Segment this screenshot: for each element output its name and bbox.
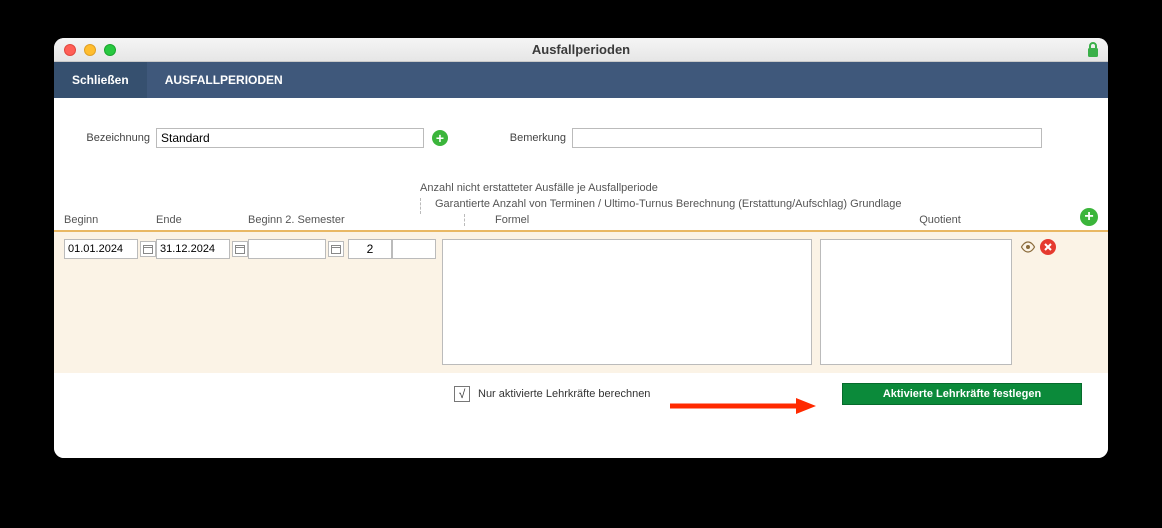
bemerkung-label: Bemerkung (498, 132, 566, 144)
header-group-2: Garantierte Anzahl von Terminen / Ultimo… (420, 198, 1108, 214)
header-group-1: Anzahl nicht erstatteter Ausfälle je Aus… (420, 182, 1108, 198)
periods-table: Anzahl nicht erstatteter Ausfälle je Aus… (54, 182, 1108, 419)
set-active-teachers-button[interactable]: Aktivierte Lehrkräfte festlegen (842, 383, 1082, 405)
bezeichnung-input[interactable] (156, 128, 424, 148)
col-ende: Ende (156, 214, 248, 226)
table-header: Anzahl nicht erstatteter Ausfälle je Aus… (54, 182, 1108, 232)
toolbar: Schließen AUSFALLPERIODEN (54, 62, 1108, 98)
add-bezeichnung-button[interactable]: + (432, 130, 448, 146)
section-tab-ausfallperioden[interactable]: AUSFALLPERIODEN (147, 62, 301, 98)
titlebar: Ausfallperioden (54, 38, 1108, 62)
lock-icon (1086, 42, 1100, 58)
content-area: Bezeichnung + Bemerkung Anzahl nicht ers… (54, 98, 1108, 458)
footer-row: √ Nur aktivierte Lehrkräfte berechnen Ak… (54, 373, 1108, 419)
delete-row-button[interactable] (1040, 239, 1056, 255)
bemerkung-input[interactable] (572, 128, 1042, 148)
beginn-input[interactable] (64, 239, 138, 259)
col-beginn: Beginn (64, 214, 156, 226)
extra-input[interactable] (392, 239, 436, 259)
calendar-icon[interactable] (232, 241, 248, 257)
beginn2-input[interactable] (248, 239, 326, 259)
quotient-textarea[interactable] (820, 239, 1012, 365)
close-button[interactable]: Schließen (54, 62, 147, 98)
formel-textarea[interactable] (442, 239, 812, 365)
window: Ausfallperioden Schließen AUSFALLPERIODE… (54, 38, 1108, 458)
bezeichnung-label: Bezeichnung (82, 132, 150, 144)
calendar-icon[interactable] (140, 241, 156, 257)
table-row (54, 232, 1108, 373)
anzahl-input[interactable] (348, 239, 392, 259)
only-active-checkbox[interactable]: √ (454, 386, 470, 402)
only-active-label: Nur aktivierte Lehrkräfte berechnen (478, 388, 650, 400)
form-row: Bezeichnung + Bemerkung (54, 98, 1108, 148)
eye-icon[interactable] (1020, 239, 1036, 258)
window-title: Ausfallperioden (54, 42, 1108, 57)
col-quotient: Quotient (842, 214, 1038, 226)
col-formel: Formel (464, 214, 842, 226)
calendar-icon[interactable] (328, 241, 344, 257)
col-beginn2: Beginn 2. Semester (248, 214, 368, 226)
add-row-button[interactable]: + (1080, 208, 1098, 226)
ende-input[interactable] (156, 239, 230, 259)
